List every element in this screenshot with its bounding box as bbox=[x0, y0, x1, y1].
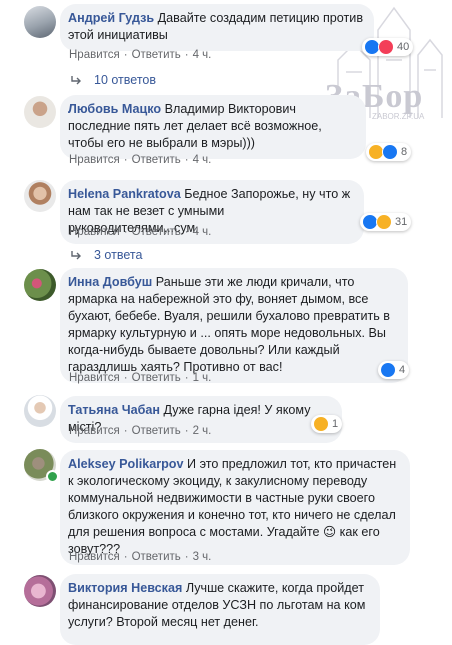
reply-link[interactable]: Ответить bbox=[132, 551, 181, 563]
avatar[interactable] bbox=[24, 6, 56, 38]
comment-time[interactable]: 3 ч. bbox=[193, 551, 212, 563]
replies-count: 3 ответа bbox=[94, 248, 143, 262]
comment-text: Раньше эти же люди кричали, что ярмарка … bbox=[68, 275, 390, 374]
reactions-summary[interactable]: 1 bbox=[311, 415, 343, 433]
view-replies-link[interactable]: 10 ответов bbox=[70, 73, 156, 87]
comment-author[interactable]: Инна Довбуш bbox=[68, 275, 152, 289]
comment-author[interactable]: Aleksey Polikarpov bbox=[68, 457, 184, 471]
like-icon bbox=[380, 362, 396, 378]
reactions-summary[interactable]: 31 bbox=[360, 213, 412, 231]
comment-bubble: Любовь Мацко Владимир Викторович последн… bbox=[60, 95, 366, 159]
reaction-count: 8 bbox=[401, 146, 408, 158]
comment-bubble: Андрей Гудзь Давайте создадим петицию пр… bbox=[60, 4, 374, 51]
comment-author[interactable]: Любовь Мацко bbox=[68, 102, 161, 116]
reply-link[interactable]: Ответить bbox=[132, 49, 181, 61]
comment-text: И это предложил тот, кто причастен к эко… bbox=[68, 457, 397, 556]
comment-actions: Нравится · Ответить · 2 ч. bbox=[69, 425, 212, 437]
avatar[interactable] bbox=[24, 395, 56, 427]
comment-actions: Нравится · Ответить · 4 ч. bbox=[69, 49, 212, 61]
comment-time[interactable]: 4 ч. bbox=[193, 226, 212, 238]
reaction-count: 1 bbox=[332, 418, 339, 430]
reply-link[interactable]: Ответить bbox=[132, 425, 181, 437]
comment-author[interactable]: Виктория Невская bbox=[68, 581, 182, 595]
comment-actions: Нравится · Ответить · 1 ч. bbox=[69, 372, 212, 384]
comment-time[interactable]: 4 ч. bbox=[193, 49, 212, 61]
love-icon bbox=[378, 39, 394, 55]
online-status-dot bbox=[46, 470, 59, 483]
reaction-count: 40 bbox=[397, 41, 410, 53]
comment-time[interactable]: 2 ч. bbox=[193, 425, 212, 437]
comment-actions: Нравится · Ответить · 4 ч. bbox=[69, 226, 212, 238]
avatar[interactable] bbox=[24, 96, 56, 128]
reaction-count: 31 bbox=[395, 216, 408, 228]
reply-arrow-icon bbox=[71, 251, 81, 260]
comment-time[interactable]: 4 ч. bbox=[193, 154, 212, 166]
avatar[interactable] bbox=[24, 269, 56, 301]
like-link[interactable]: Нравится bbox=[69, 372, 120, 384]
avatar[interactable] bbox=[24, 180, 56, 212]
like-link[interactable]: Нравится bbox=[69, 226, 120, 238]
avatar[interactable] bbox=[24, 575, 56, 607]
like-link[interactable]: Нравится bbox=[69, 49, 120, 61]
comment-time[interactable]: 1 ч. bbox=[193, 372, 212, 384]
haha-icon bbox=[313, 416, 329, 432]
watermark-url: ZABOR.ZP.UA bbox=[372, 112, 425, 121]
reply-link[interactable]: Ответить bbox=[132, 372, 181, 384]
reply-arrow-icon bbox=[71, 76, 81, 85]
like-link[interactable]: Нравится bbox=[69, 425, 120, 437]
comment-author[interactable]: Helena Pankratova bbox=[68, 187, 181, 201]
comment-bubble: Инна Довбуш Раньше эти же люди кричали, … bbox=[60, 268, 408, 383]
reply-link[interactable]: Ответить bbox=[132, 154, 181, 166]
sad-icon bbox=[376, 214, 392, 230]
like-link[interactable]: Нравится bbox=[69, 551, 120, 563]
like-icon bbox=[382, 144, 398, 160]
view-replies-link[interactable]: 3 ответа bbox=[70, 248, 142, 262]
comment-bubble: Виктория Невская Лучше скажите, когда пр… bbox=[60, 574, 380, 645]
reactions-summary[interactable]: 8 bbox=[366, 143, 412, 161]
like-link[interactable]: Нравится bbox=[69, 154, 120, 166]
reaction-count: 4 bbox=[399, 364, 406, 376]
reactions-summary[interactable]: 40 bbox=[362, 38, 414, 56]
comment-author[interactable]: Андрей Гудзь bbox=[68, 11, 154, 25]
replies-count: 10 ответов bbox=[94, 73, 156, 87]
comment-actions: Нравится · Ответить · 3 ч. bbox=[69, 551, 212, 563]
comment-author[interactable]: Татьяна Чабан bbox=[68, 403, 160, 417]
reactions-summary[interactable]: 4 bbox=[378, 361, 410, 379]
comment-actions: Нравится · Ответить · 4 ч. bbox=[69, 154, 212, 166]
reply-link[interactable]: Ответить bbox=[132, 226, 181, 238]
comment-bubble: Aleksey Polikarpov И это предложил тот, … bbox=[60, 450, 410, 565]
